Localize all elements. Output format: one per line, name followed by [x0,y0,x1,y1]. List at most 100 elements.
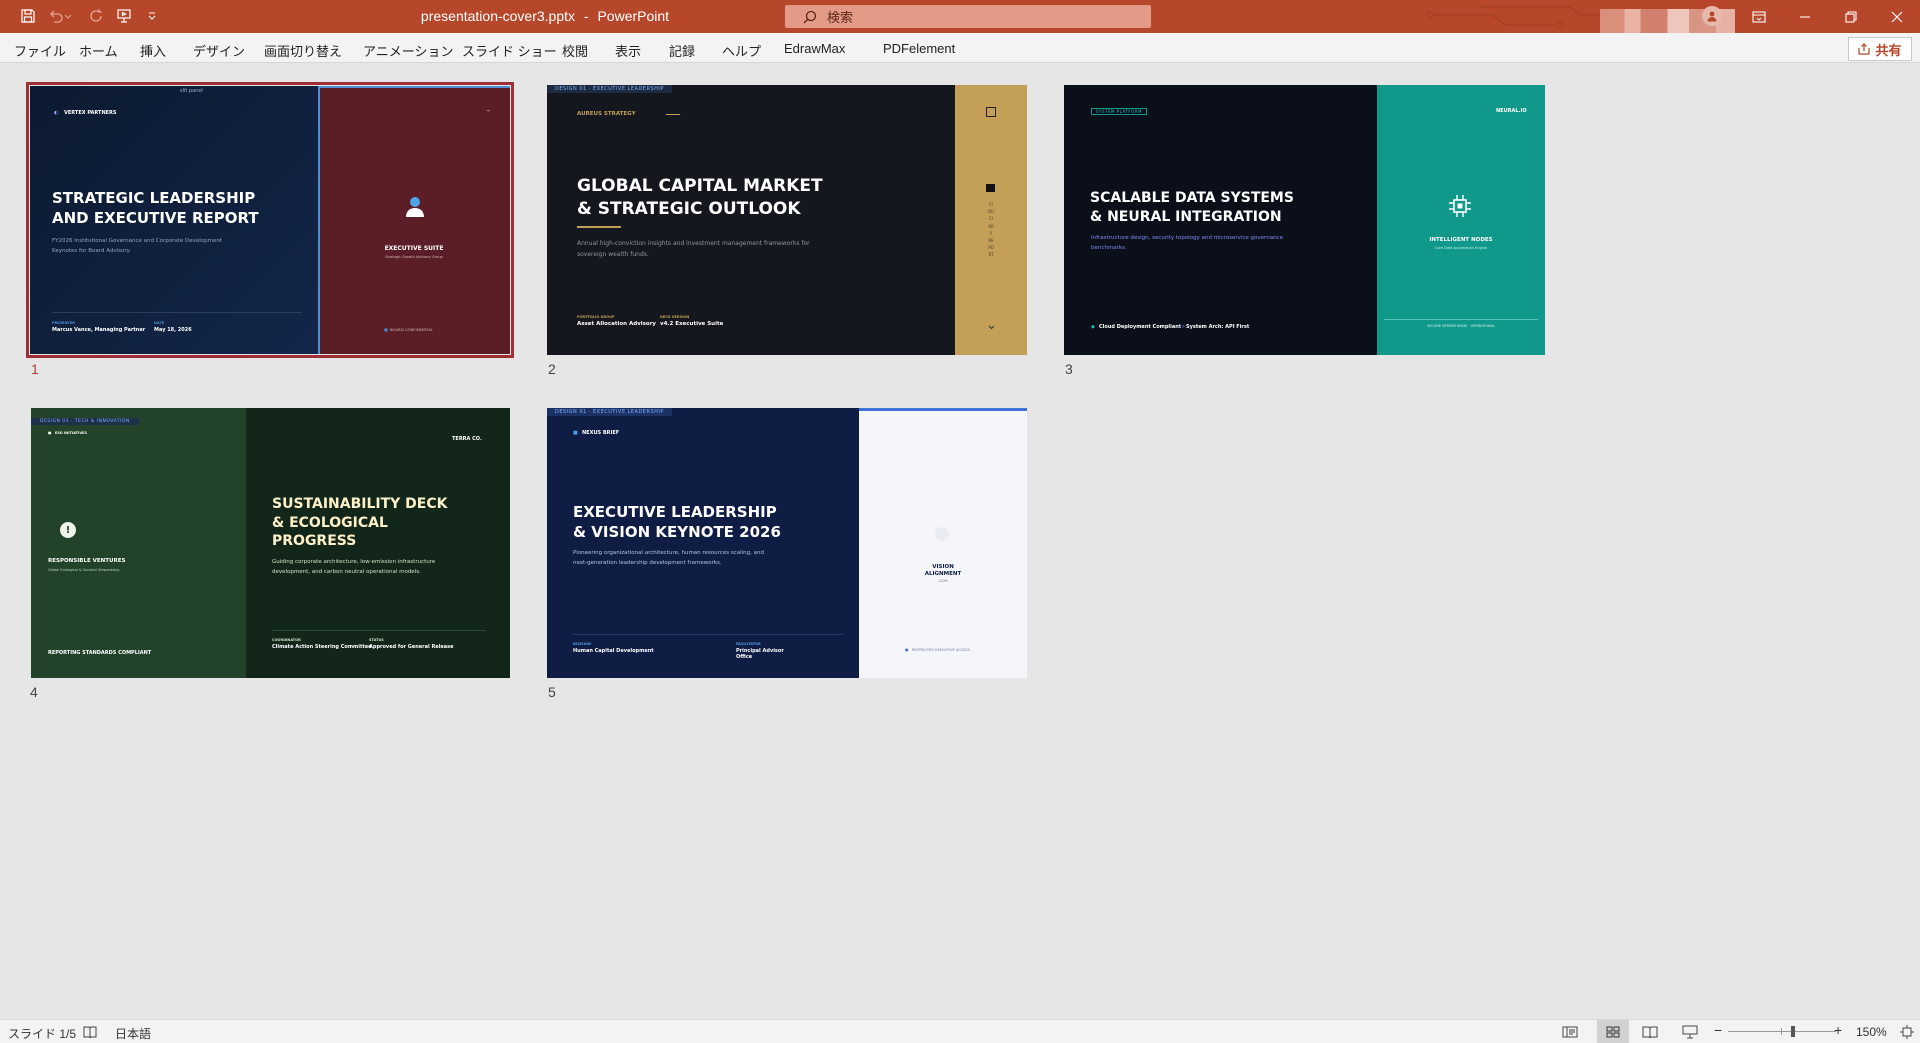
tab-view[interactable]: 表示 [615,41,641,60]
zoom-level[interactable]: 150% [1856,1025,1887,1039]
slide-thumbnail-3[interactable]: SYSTEM PLATFORM NEURAL.IO SCALABLE DATA … [1064,85,1545,355]
slide5-meta2-value: Principal Advisor Office [736,648,784,660]
slide5-title-line2: & VISION KEYNOTE 2026 [573,522,781,541]
slide3-title-line1: SCALABLE DATA SYSTEMS [1090,190,1294,206]
slide5-title: EXECUTIVE LEADERSHIP & VISION KEYNOTE 20… [573,503,781,543]
restore-icon[interactable] [1828,0,1874,33]
ribbon-display-options-icon[interactable] [1736,0,1782,33]
slide2-brand: AUREUS STRATEGY [577,111,636,117]
customize-qat-icon[interactable] [144,6,160,26]
window-title: presentation-cover3.pptx - PowerPoint [310,8,780,24]
tab-transitions[interactable]: 画面切り替え [264,41,342,60]
slide3-subtitle-line1: Infrastructure design, security topology… [1091,235,1283,241]
tab-record[interactable]: 記録 [669,41,695,60]
slide5-subtitle: Pioneering organizational architecture, … [573,549,764,569]
slide1-panel-sub: Strategic Growth Advisory Group [385,255,443,259]
zoom-slider-track[interactable] [1728,1031,1836,1032]
slide5-panel-title-line2: ALIGNMENT [924,570,962,577]
slide-thumbnail-2[interactable]: DESIGN 01 · EXECUTIVE LEADERSHIP AUREUS … [547,85,1027,355]
slide3-title-line2: & NEURAL INTEGRATION [1090,208,1282,225]
undo-dropdown-icon[interactable] [62,6,74,26]
tab-design[interactable]: デザイン [193,41,245,60]
tab-pdfelement[interactable]: PDFelement [883,41,955,56]
slide4-title: SUSTAINABILITY DECK & ECOLOGICAL PROGRES… [272,495,447,551]
slide1-brand: VERTEX PARTNERS [64,110,117,116]
tab-help[interactable]: ヘルプ [722,41,761,60]
zoom-in-icon[interactable]: + [1834,1022,1842,1038]
slide1-subtitle-line1: FY2026 Institutional Governance and Corp… [52,238,223,244]
slide-thumbnail-4[interactable]: DESIGN 03 · TECH & INNOVATION ● ESG INIT… [31,408,510,678]
zoom-out-icon[interactable]: − [1714,1022,1722,1038]
slide4-title-line3: PROGRESS [272,533,357,550]
chart-icon: ⌁ [486,106,491,115]
slide2-subtitle: Annual high-conviction insights and inve… [577,239,810,261]
tab-file[interactable]: ファイル [14,41,66,60]
slide3-side-panel [1377,85,1545,355]
slide3-tag: SYSTEM PLATFORM [1091,108,1147,115]
normal-view-icon[interactable] [1558,1022,1582,1042]
title-bar: presentation-cover3.pptx - PowerPoint 検索 [0,0,1920,35]
share-label: 共有 [1875,42,1902,58]
chevron-down-icon [988,325,995,330]
slide4-meta2-value: Approved for General Release [369,644,454,650]
slide2-document-icon [986,181,995,195]
slide5-meta1-label: DIVISION [573,642,591,646]
slide2-square-icon [986,107,996,117]
slide1-subtitle-line2: Keynotes for Board Advisory. [52,247,131,254]
slide-number-3: 3 [1065,361,1073,377]
status-bar: スライド 1/5 日本語 − + 150% [0,1019,1920,1043]
slide5-panel-sub: 2026 [938,579,948,583]
slide1-panel-footer: BOARD CONFIDENTIAL [390,327,433,332]
reading-view-icon[interactable] [1638,1022,1662,1042]
zoom-slider-center-mark [1781,1028,1782,1035]
slide-sorter-view-icon[interactable] [1597,1020,1629,1043]
slide4-title-line1: SUSTAINABILITY DECK [272,496,448,512]
tab-slideshow[interactable]: スライド ショー [462,41,557,60]
slide5-panel-footer: RESTRICTED EXECUTIVE ACCESS [912,648,970,652]
slide4-subtitle-line2: development, and carbon neutral operatio… [272,568,421,575]
user-avatar[interactable] [1702,6,1722,26]
document-name: presentation-cover3.pptx [420,8,576,24]
slide2-meta2-value: v4.2 Executive Suite [660,321,724,327]
slide-thumbnail-1[interactable]: slit panel ◐ VERTEX PARTNERS STRATEGIC L… [30,86,510,354]
slideshow-view-icon[interactable] [1678,1022,1702,1042]
share-icon [1858,43,1871,55]
user-icon [405,196,425,218]
tab-review[interactable]: 校閲 [562,41,588,60]
slide1-accent-line [318,86,510,88]
slide1-lock-icon: ■ [384,327,388,332]
slide3-panel-title: INTELLIGENT NODES [1429,237,1493,243]
search-icon [803,10,817,24]
search-box[interactable]: 検索 [785,5,1151,28]
slide5-dot-icon: ● [905,647,909,652]
language-indicator[interactable]: 日本語 [115,1025,151,1042]
slide3-panel-footer: SECURE SERVER NODE · OPERATIONAL [1426,324,1495,328]
title-separator: - [583,8,589,24]
zoom-slider-thumb[interactable] [1790,1026,1795,1037]
tab-edrawmax[interactable]: EdrawMax [784,41,845,56]
slide5-side-panel [859,408,1027,678]
slide3-brand: NEURAL.IO [1496,108,1527,114]
slide3-meta2-value: System Arch: API First [1186,324,1250,330]
alert-icon: ! [60,522,76,538]
close-icon[interactable] [1874,0,1920,33]
save-icon[interactable] [18,6,38,26]
slide-thumbnail-5[interactable]: DESIGN 01 · EXECUTIVE LEADERSHIP ■ NEXUS… [547,408,1027,678]
slide1-subtitle: FY2026 Institutional Governance and Corp… [52,237,222,257]
chip-icon [1447,193,1473,219]
share-button[interactable]: 共有 [1848,37,1912,61]
slide3-panel-rule [1384,319,1538,320]
slide1-meta2-label: DATE [154,321,165,325]
tab-insert[interactable]: 挿入 [140,41,166,60]
slide4-title-line2: & ECOLOGICAL [272,514,388,531]
start-slideshow-icon[interactable] [114,6,134,26]
tab-home[interactable]: ホーム [79,41,118,60]
slide4-leaf-icon: ● [48,430,52,435]
slide1-meta2-value: May 18, 2026 [154,327,192,333]
minimize-icon[interactable] [1782,0,1828,33]
slide2-subtitle-line1: Annual high-conviction insights and inve… [577,240,810,247]
spellcheck-icon[interactable] [78,1022,102,1042]
fit-to-window-icon[interactable] [1895,1022,1919,1042]
tab-animations[interactable]: アニメーション [363,41,453,60]
redo-icon[interactable] [86,6,106,26]
